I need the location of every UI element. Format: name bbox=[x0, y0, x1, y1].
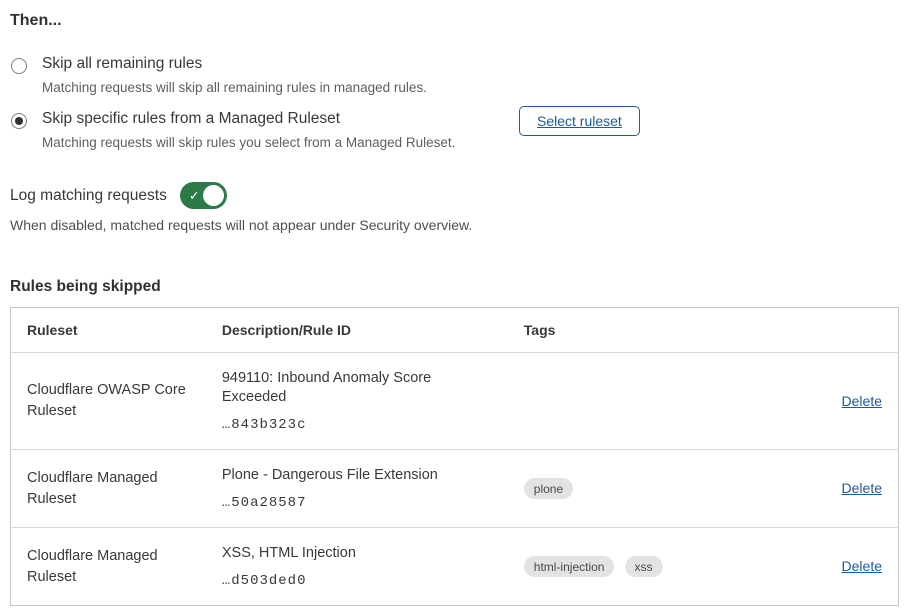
column-header-description: Description/Rule ID bbox=[206, 308, 508, 353]
rule-id: …50a28587 bbox=[222, 495, 492, 511]
description-cell: 949110: Inbound Anomaly Score Exceeded …… bbox=[206, 353, 508, 450]
description-cell: Plone - Dangerous File Extension …50a285… bbox=[206, 450, 508, 528]
select-ruleset-button[interactable]: Select ruleset bbox=[519, 106, 640, 136]
option-description: Matching requests will skip rules you se… bbox=[42, 135, 455, 150]
column-header-actions bbox=[756, 308, 898, 353]
option-description: Matching requests will skip all remainin… bbox=[42, 80, 427, 95]
waf-skip-rule-form: Then... Skip all remaining rules Matchin… bbox=[0, 0, 911, 606]
option-text-block: Skip all remaining rules Matching reques… bbox=[42, 55, 427, 95]
toggle-knob bbox=[203, 185, 224, 206]
ruleset-name: Cloudflare Managed Ruleset bbox=[11, 528, 206, 606]
rule-id: …843b323c bbox=[222, 417, 492, 433]
radio-skip-specific-rules[interactable] bbox=[11, 113, 27, 129]
column-header-ruleset: Ruleset bbox=[11, 308, 206, 353]
tags-cell: html-injection xss bbox=[508, 528, 757, 606]
tags-cell bbox=[508, 353, 757, 450]
description-cell: XSS, HTML Injection …d503ded0 bbox=[206, 528, 508, 606]
option-label[interactable]: Skip all remaining rules bbox=[42, 55, 427, 73]
column-header-tags: Tags bbox=[508, 308, 757, 353]
ruleset-name: Cloudflare Managed Ruleset bbox=[11, 450, 206, 528]
tags-cell: plone bbox=[508, 450, 757, 528]
table-row: Cloudflare OWASP Core Ruleset 949110: In… bbox=[11, 353, 899, 450]
rule-id: …d503ded0 bbox=[222, 573, 492, 589]
rule-description: 949110: Inbound Anomaly Score Exceeded bbox=[222, 369, 492, 407]
rule-description: Plone - Dangerous File Extension bbox=[222, 466, 492, 485]
rules-being-skipped-heading: Rules being skipped bbox=[10, 278, 899, 296]
option-skip-all-remaining: Skip all remaining rules Matching reques… bbox=[10, 55, 899, 95]
actions-cell: Delete bbox=[756, 450, 898, 528]
then-heading: Then... bbox=[10, 12, 899, 30]
tag-pill: plone bbox=[524, 478, 573, 499]
log-matching-requests-row: Log matching requests ✓ bbox=[10, 182, 899, 209]
tag-pill: html-injection bbox=[524, 556, 615, 577]
radio-skip-all-remaining[interactable] bbox=[11, 58, 27, 74]
log-toggle-help-text: When disabled, matched requests will not… bbox=[10, 217, 899, 233]
tag-pill: xss bbox=[625, 556, 663, 577]
option-text-block: Skip specific rules from a Managed Rules… bbox=[42, 110, 455, 150]
option-label[interactable]: Skip specific rules from a Managed Rules… bbox=[42, 110, 455, 128]
ruleset-name: Cloudflare OWASP Core Ruleset bbox=[11, 353, 206, 450]
delete-link[interactable]: Delete bbox=[842, 480, 882, 496]
rules-being-skipped-table: Ruleset Description/Rule ID Tags Cloudfl… bbox=[10, 307, 899, 606]
actions-cell: Delete bbox=[756, 353, 898, 450]
table-row: Cloudflare Managed Ruleset XSS, HTML Inj… bbox=[11, 528, 899, 606]
delete-link[interactable]: Delete bbox=[842, 558, 882, 574]
rule-description: XSS, HTML Injection bbox=[222, 544, 492, 563]
check-icon: ✓ bbox=[189, 189, 200, 202]
log-toggle-label: Log matching requests bbox=[10, 187, 167, 205]
table-header-row: Ruleset Description/Rule ID Tags bbox=[11, 308, 899, 353]
log-toggle-switch[interactable]: ✓ bbox=[180, 182, 227, 209]
option-skip-specific-rules: Skip specific rules from a Managed Rules… bbox=[10, 110, 899, 150]
actions-cell: Delete bbox=[756, 528, 898, 606]
delete-link[interactable]: Delete bbox=[842, 393, 882, 409]
table-row: Cloudflare Managed Ruleset Plone - Dange… bbox=[11, 450, 899, 528]
